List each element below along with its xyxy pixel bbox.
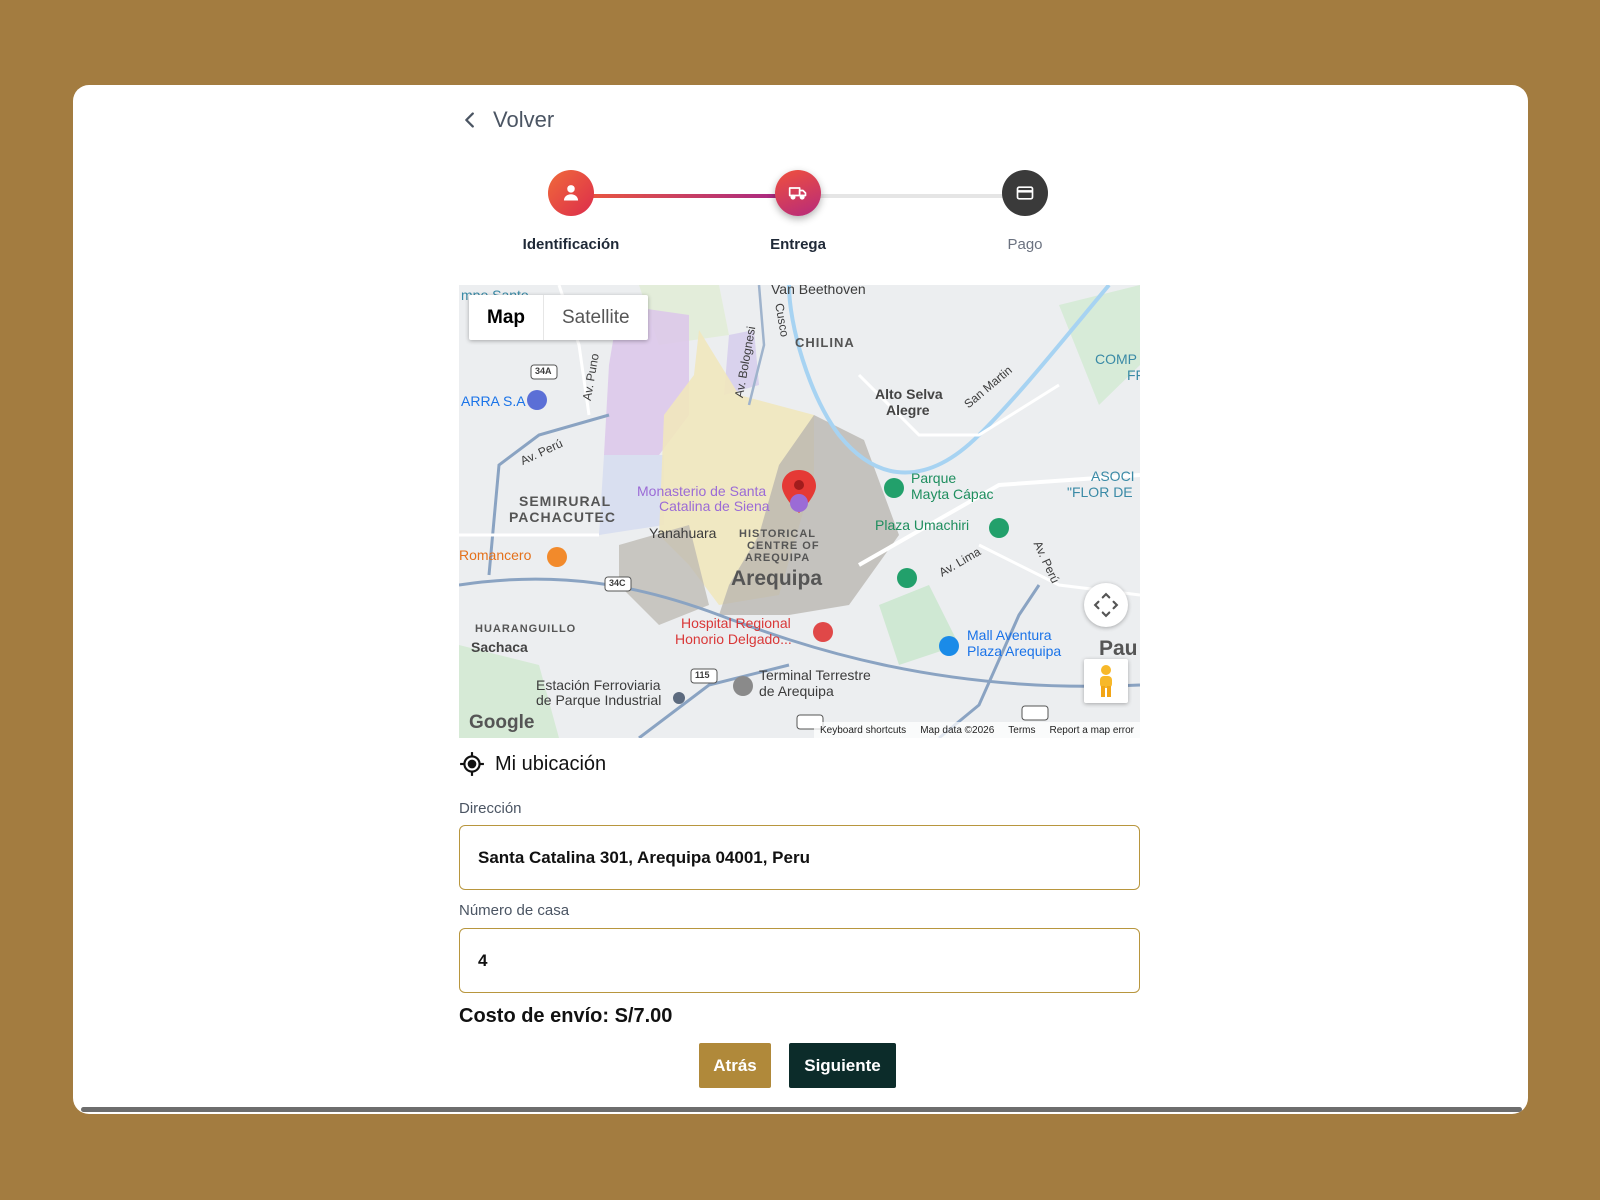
- map-label: de Arequipa: [759, 683, 834, 699]
- map-label: Plaza Arequipa: [967, 643, 1062, 659]
- map-label: Hospital Regional: [681, 615, 791, 631]
- step-circle: [775, 170, 821, 216]
- step-circle: [1002, 170, 1048, 216]
- map-label: Estación Ferroviaria: [536, 677, 661, 693]
- map-label: COMP: [1095, 351, 1137, 367]
- checkout-card: Volver Identificación Entrega Pago Van B…: [73, 85, 1528, 1114]
- map-label: PACHACUTEC: [509, 509, 616, 525]
- map-label: Yanahuara: [649, 525, 717, 541]
- camera-control-button[interactable]: [1084, 583, 1128, 627]
- map-label: Parque: [911, 470, 957, 486]
- map-label: Honorio Delgado...: [675, 631, 792, 647]
- map-label: SEMIRURAL: [519, 493, 612, 509]
- checkout-stepper: Identificación Entrega Pago: [459, 170, 1140, 260]
- address-label: Dirección: [459, 800, 522, 817]
- step-circle: [548, 170, 594, 216]
- route-shield: 34C: [609, 578, 626, 588]
- map-label: Romancero: [459, 547, 532, 563]
- step-label: Identificación: [522, 236, 620, 253]
- map-label: Catalina de Siena: [659, 498, 770, 514]
- step-entrega: Entrega: [718, 170, 878, 253]
- back-link[interactable]: Volver: [459, 105, 554, 135]
- report-map-error-link[interactable]: Report a map error: [1050, 725, 1134, 736]
- map-label: Terminal Terrestre: [759, 667, 871, 683]
- route-shield: 115: [695, 670, 710, 680]
- street-view-pegman-button[interactable]: [1084, 659, 1128, 703]
- house-number-input[interactable]: [459, 928, 1140, 993]
- map-label: CHILINA: [795, 335, 855, 350]
- house-number-label: Número de casa: [459, 902, 570, 919]
- terms-link[interactable]: Terms: [1008, 725, 1035, 736]
- step-identificacion: Identificación: [491, 170, 651, 253]
- next-button[interactable]: Siguiente: [789, 1043, 896, 1088]
- map-label: Plaza Umachiri: [875, 517, 970, 533]
- my-location-button[interactable]: Mi ubicación: [459, 751, 606, 777]
- chevron-left-icon: [465, 112, 474, 128]
- map-label: Pau: [1099, 637, 1138, 660]
- back-button[interactable]: Atrás: [699, 1043, 771, 1088]
- card-bottom-scrollbar: [81, 1107, 1522, 1112]
- shipping-cost: Costo de envío: S/7.00: [459, 1005, 673, 1027]
- map-footer: Keyboard shortcuts Map data ©2026 Terms …: [814, 722, 1140, 738]
- map-label: de Parque Industrial: [536, 692, 662, 708]
- crosshair-icon: [460, 752, 484, 776]
- pegman-icon: [1100, 665, 1112, 697]
- map-data-text: Map data ©2026: [920, 724, 995, 736]
- keyboard-shortcuts-link[interactable]: Keyboard shortcuts: [820, 725, 906, 736]
- map-type-satellite-button[interactable]: Satellite: [544, 295, 648, 340]
- map-label: Van Beethoven: [771, 285, 866, 297]
- google-logo: Google: [469, 712, 535, 733]
- move-arrows-icon: [1093, 592, 1119, 618]
- address-input[interactable]: [459, 825, 1140, 890]
- map-label: Monasterio de Santa: [637, 483, 767, 499]
- map-label: AREQUIPA: [745, 552, 811, 564]
- step-label: Pago: [1007, 236, 1043, 253]
- step-pago: Pago: [945, 170, 1105, 253]
- credit-card-icon: [1016, 186, 1034, 200]
- user-icon: [563, 185, 579, 201]
- map-label: ARRA S.A: [461, 393, 526, 409]
- my-location-label: Mi ubicación: [495, 752, 607, 775]
- map-label: HUARANGUILLO: [475, 623, 577, 635]
- map-type-map-button[interactable]: Map: [469, 295, 544, 340]
- map-label: Sachaca: [471, 639, 528, 655]
- map-label: Mayta Cápac: [911, 486, 994, 502]
- map-label: Mall Aventura: [967, 627, 1052, 643]
- truck-icon: [788, 187, 807, 200]
- checkout-content: Volver Identificación Entrega Pago Van B…: [459, 85, 1140, 1114]
- map-label: FF: [1127, 367, 1140, 383]
- route-shield: 34A: [535, 366, 552, 376]
- map-label: Alegre: [886, 402, 930, 418]
- map-widget[interactable]: mpo Santo Van Beethoven Cusco CHILINA CO…: [459, 285, 1140, 738]
- map-label: "FLOR DE: [1067, 484, 1133, 500]
- step-label: Entrega: [770, 236, 826, 253]
- back-label: Volver: [493, 107, 555, 132]
- map-label: ASOCI: [1091, 468, 1135, 484]
- map-label: Alto Selva: [875, 386, 943, 402]
- map-type-control: Map Satellite: [469, 295, 648, 340]
- map-label: Arequipa: [731, 567, 823, 590]
